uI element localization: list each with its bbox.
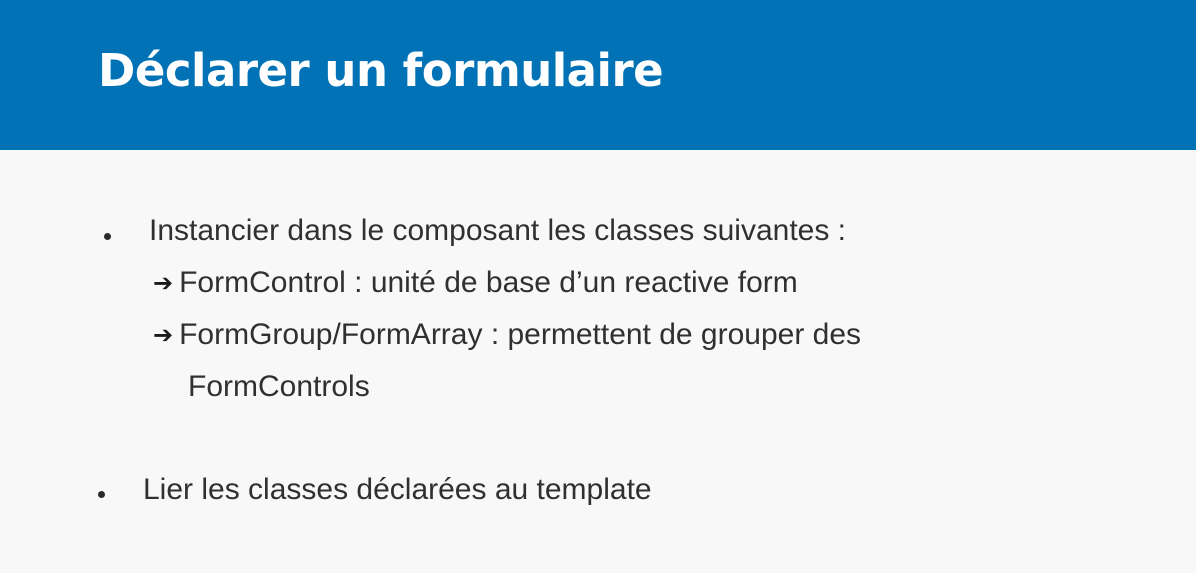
title-bar: Déclarer un formulaire [0,0,1196,150]
bullet-2-text: Lier les classes déclarées au template [143,473,652,506]
bullet-1-text: Instancier dans le composant les classes… [149,214,847,247]
sub-item-2-text: FormGroup/FormArray : permettent de grou… [179,318,862,351]
sub-item-2: ➔ FormGroup/FormArray : permettent de gro… [153,317,861,353]
right-arrow-icon: ➔ [153,269,174,297]
bullet-dot-icon [104,233,111,240]
sub-item-2-continuation: FormControls [188,370,370,403]
slide: Déclarer un formulaire Instancier dans l… [0,0,1196,573]
slide-title: Déclarer un formulaire [98,44,664,97]
sub-item-1: ➔ FormControl : unité de base d’un reacti… [153,265,798,301]
right-arrow-icon: ➔ [153,321,174,349]
sub-item-1-text: FormControl : unité de base d’un reactiv… [179,266,798,299]
bullet-dot-icon [98,491,105,498]
